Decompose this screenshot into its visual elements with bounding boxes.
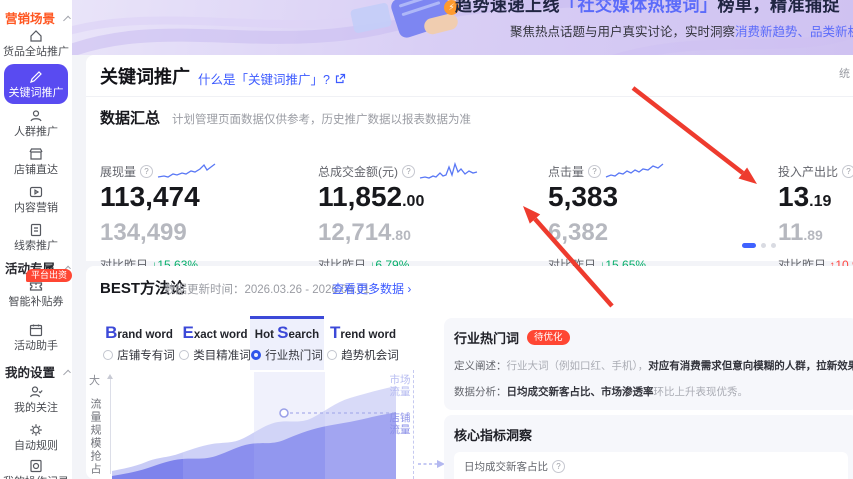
person-icon xyxy=(30,110,42,122)
data-summary-title: 数据汇总 xyxy=(100,110,161,127)
metric-clicks: 点击量? 5,383 6,382 对比昨日 ↓15.65% xyxy=(548,161,773,273)
what-is-keyword-promotion-link[interactable]: 什么是「关键词推广」? xyxy=(198,69,346,88)
home-icon xyxy=(30,30,42,42)
document-icon xyxy=(30,223,42,237)
external-link-icon xyxy=(335,73,346,83)
sidebar-group-marketing-scenes[interactable]: 营销场景 xyxy=(5,8,71,27)
sidebar-item-keyword-promotion[interactable]: 关键词推广 xyxy=(4,64,68,104)
sidebar-item-audience-promotion[interactable]: 人群推广 xyxy=(0,108,72,139)
data-summary-card: 关键词推广 什么是「关键词推广」? 统 数据汇总 计划管理页面数据仅供参考，历史… xyxy=(86,55,853,272)
sidebar: 营销场景 货品全站推广 关键词推广 人群推广 店铺直达 内容营销 线索推广 活动… xyxy=(0,0,73,479)
dashed-arrow-icon xyxy=(418,460,445,468)
sidebar-item-my-follows[interactable]: 我的关注 xyxy=(0,384,72,415)
sidebar-item-content-marketing[interactable]: 内容营销 xyxy=(0,184,72,215)
chevron-up-icon xyxy=(63,15,71,23)
core-indicator-card: 日均成交新客占比? 39.83%环比-5.25%? 同行同层均值 34.34% xyxy=(454,452,848,479)
metric-roi: 投入产出比? 13.19 11.89 对比昨日 ↑10.93% xyxy=(778,161,853,273)
sidebar-item-auto-rules[interactable]: 自动规则 xyxy=(0,422,72,453)
pagination-dot[interactable] xyxy=(771,243,776,248)
person-check-icon xyxy=(29,386,43,398)
platform-funded-badge: 平台出资 xyxy=(26,269,73,282)
store-traffic-label: 店铺流量 xyxy=(389,412,411,436)
radio-unselected[interactable] xyxy=(327,350,338,360)
chevron-up-icon xyxy=(63,369,71,377)
y-axis xyxy=(107,374,113,474)
info-icon[interactable]: ? xyxy=(552,460,565,473)
page-title: 关键词推广 xyxy=(100,67,190,87)
y-axis-max-label: 大 xyxy=(89,375,100,387)
radio-unselected[interactable] xyxy=(103,350,114,360)
pen-icon xyxy=(30,71,42,83)
tab-exact-word[interactable]: Exact word 类目精准词 xyxy=(178,316,252,370)
tab-hot-search[interactable]: Hot Search 行业热门词 xyxy=(250,316,324,370)
pagination-dot-active[interactable] xyxy=(742,243,756,248)
keyword-promotion-dashboard: ⚡ 趋势速递上线「社交媒体热搜词」榜单，精准捕捉 聚焦热点话题与用户真实讨论，实… xyxy=(0,0,853,479)
radio-selected[interactable] xyxy=(251,350,262,360)
info-icon[interactable]: ? xyxy=(842,164,853,178)
pagination-dot[interactable] xyxy=(761,243,766,248)
metric-total-gmv: 总成交金额(元)? 11,852.00 12,714.80 对比昨日 ↓6.79… xyxy=(318,161,543,273)
industry-hot-words-panel: 行业热门词 待优化 定义阐述：行业大词（例如口红、手机），对应有消费需求但意向模糊… xyxy=(444,318,853,410)
core-panel-title: 核心指标洞察 xyxy=(454,428,533,443)
tab-trend-word[interactable]: Trend word 趋势机会词 xyxy=(326,316,400,370)
definition-line: 定义阐述：行业大词（例如口红、手机），对应有消费需求但意向模糊的人群，拉新效果显… xyxy=(454,360,853,372)
history-doc-icon xyxy=(30,459,42,473)
best-methodology-card: BEST方法论 数据更新时间：2026.03.26 - 2026.04.01 查… xyxy=(86,266,853,479)
metric-impressions: 展现量? 113,474 134,499 对比昨日 ↓15.63% xyxy=(100,161,325,273)
gmv-sparkline xyxy=(419,161,478,179)
data-summary-note: 计划管理页面数据仅供参考，历史推广数据以报表数据为准 xyxy=(172,114,471,126)
info-icon[interactable]: ? xyxy=(402,164,415,178)
calendar-icon xyxy=(29,324,43,337)
sidebar-item-smart-subsidy-coupon[interactable]: 平台出资 智能补贴券 xyxy=(0,269,73,309)
info-icon[interactable]: ? xyxy=(140,164,154,178)
banner-subtitle: 聚焦热点话题与用户真实讨论，实时洞察消费新趋势、品类新机会 xyxy=(510,25,853,39)
sidebar-item-leads-promotion[interactable]: 线索推广 xyxy=(0,222,72,253)
sidebar-item-product-sitewide[interactable]: 货品全站推广 xyxy=(0,28,72,59)
traffic-area-chart xyxy=(112,372,396,479)
banner-title: 趋势速递上线「社交媒体热搜词」榜单，精准捕捉 xyxy=(455,0,840,15)
tab-brand-word[interactable]: Brand word 店铺专有词 xyxy=(102,316,176,370)
info-icon[interactable]: ? xyxy=(588,164,602,178)
to-optimize-badge: 待优化 xyxy=(527,330,570,345)
promo-banner[interactable]: ⚡ 趋势速递上线「社交媒体热搜词」榜单，精准捕捉 聚焦热点话题与用户真实讨论，实… xyxy=(72,0,853,55)
sidebar-item-shop-direct[interactable]: 店铺直达 xyxy=(0,146,72,177)
gear-icon xyxy=(30,424,42,436)
data-analysis-line: 数据分析：日均成交新客占比、市场渗透率环比上升表现优秀。 xyxy=(454,386,748,398)
sidebar-item-activity-assistant[interactable]: 活动助手 xyxy=(0,322,72,353)
sidebar-item-operation-log[interactable]: 我的操作记录 xyxy=(0,458,72,479)
industry-panel-title: 行业热门词 xyxy=(454,331,520,346)
market-traffic-label: 市场流量 xyxy=(389,374,411,398)
radio-unselected[interactable] xyxy=(179,350,190,360)
vertical-dashed-guide xyxy=(413,370,414,479)
divider xyxy=(86,96,853,97)
media-play-icon xyxy=(29,186,43,198)
clipped-corner-text: 统 xyxy=(839,68,850,80)
impressions-sparkline xyxy=(157,163,216,178)
metrics-pagination xyxy=(742,243,776,248)
clicks-sparkline xyxy=(605,163,664,178)
y-axis-title: 流量规模抢占 xyxy=(89,398,101,476)
shop-icon xyxy=(29,148,43,160)
sidebar-group-my-settings[interactable]: 我的设置 xyxy=(5,362,71,381)
core-indicator-panel: 核心指标洞察 日均成交新客占比? 39.83%环比-5.25%? 同行同层均值 … xyxy=(444,415,853,479)
view-more-data-link[interactable]: 查看更多数据 › xyxy=(332,280,411,297)
